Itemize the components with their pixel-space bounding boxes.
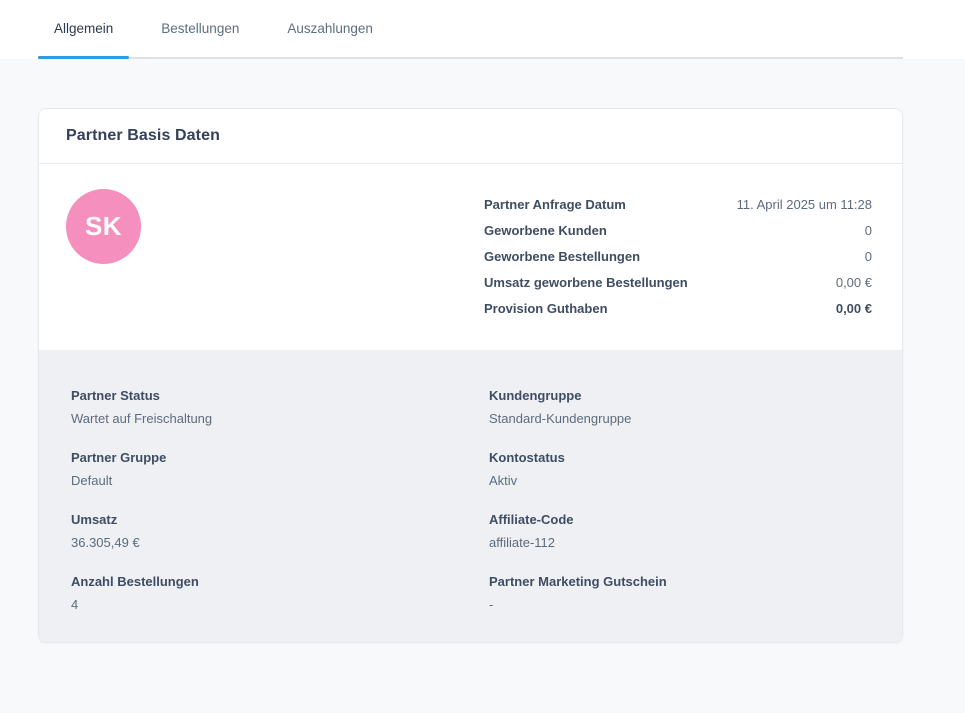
- summary-value: 0: [865, 218, 872, 244]
- detail-field: Partner Status Wartet auf Freischaltung: [71, 386, 489, 429]
- detail-value: Aktiv: [489, 471, 872, 491]
- detail-label: Anzahl Bestellungen: [71, 572, 489, 592]
- detail-value: affiliate-112: [489, 533, 872, 553]
- detail-value: -: [489, 595, 872, 615]
- detail-label: Affiliate-Code: [489, 510, 872, 530]
- details-grid: Partner Status Wartet auf FreischaltungKu…: [39, 350, 902, 642]
- tab-allgemein[interactable]: Allgemein: [38, 0, 129, 57]
- tab-bestellungen[interactable]: Bestellungen: [145, 0, 255, 57]
- tab-label: Auszahlungen: [287, 21, 373, 36]
- summary-label: Provision Guthaben: [484, 296, 608, 322]
- summary-label: Partner Anfrage Datum: [484, 192, 626, 218]
- tab-auszahlungen[interactable]: Auszahlungen: [271, 0, 389, 57]
- summary-label: Geworbene Kunden: [484, 218, 607, 244]
- detail-label: Umsatz: [71, 510, 489, 530]
- tab-bar: Allgemein Bestellungen Auszahlungen: [0, 0, 965, 59]
- detail-value: 36.305,49 €: [71, 533, 489, 553]
- detail-field: Kundengruppe Standard-Kundengruppe: [489, 386, 872, 429]
- detail-value: Wartet auf Freischaltung: [71, 409, 489, 429]
- card-body: SK Partner Anfrage Datum 11. April 2025 u…: [39, 164, 902, 350]
- summary-row: Provision Guthaben 0,00 €: [484, 296, 872, 322]
- detail-label: Kontostatus: [489, 448, 872, 468]
- content-area: Partner Basis Daten SK Partner Anfrage D…: [0, 59, 965, 643]
- summary-value: 0,00 €: [836, 270, 872, 296]
- partner-avatar: SK: [66, 189, 141, 264]
- tab-label: Allgemein: [54, 21, 113, 36]
- detail-label: Partner Status: [71, 386, 489, 406]
- summary-value: 0: [865, 244, 872, 270]
- summary-label: Geworbene Bestellungen: [484, 244, 640, 270]
- detail-field: Umsatz 36.305,49 €: [71, 510, 489, 553]
- detail-field: Affiliate-Code affiliate-112: [489, 510, 872, 553]
- detail-label: Partner Marketing Gutschein: [489, 572, 872, 592]
- detail-value: 4: [71, 595, 489, 615]
- detail-value: Standard-Kundengruppe: [489, 409, 872, 429]
- summary-row: Geworbene Bestellungen 0: [484, 244, 872, 270]
- partner-basis-daten-card: Partner Basis Daten SK Partner Anfrage D…: [38, 108, 903, 643]
- partner-detail-page: Allgemein Bestellungen Auszahlungen Partne…: [0, 0, 965, 643]
- card-header: Partner Basis Daten: [39, 109, 902, 164]
- tab-list: Allgemein Bestellungen Auszahlungen: [38, 0, 903, 59]
- summary-label: Umsatz geworbene Bestellungen: [484, 270, 688, 296]
- detail-field: Partner Gruppe Default: [71, 448, 489, 491]
- summary-value: 0,00 €: [836, 296, 872, 322]
- card-title: Partner Basis Daten: [66, 127, 220, 145]
- detail-label: Partner Gruppe: [71, 448, 489, 468]
- summary-row: Partner Anfrage Datum 11. April 2025 um 1…: [484, 192, 872, 218]
- detail-label: Kundengruppe: [489, 386, 872, 406]
- detail-field: Partner Marketing Gutschein -: [489, 572, 872, 615]
- summary-value: 11. April 2025 um 11:28: [737, 192, 872, 218]
- summary-list: Partner Anfrage Datum 11. April 2025 um 1…: [484, 189, 872, 322]
- summary-row: Umsatz geworbene Bestellungen 0,00 €: [484, 270, 872, 296]
- avatar-initials: SK: [85, 211, 122, 242]
- detail-value: Default: [71, 471, 489, 491]
- detail-field: Kontostatus Aktiv: [489, 448, 872, 491]
- tab-label: Bestellungen: [161, 21, 239, 36]
- detail-field: Anzahl Bestellungen 4: [71, 572, 489, 615]
- summary-row: Geworbene Kunden 0: [484, 218, 872, 244]
